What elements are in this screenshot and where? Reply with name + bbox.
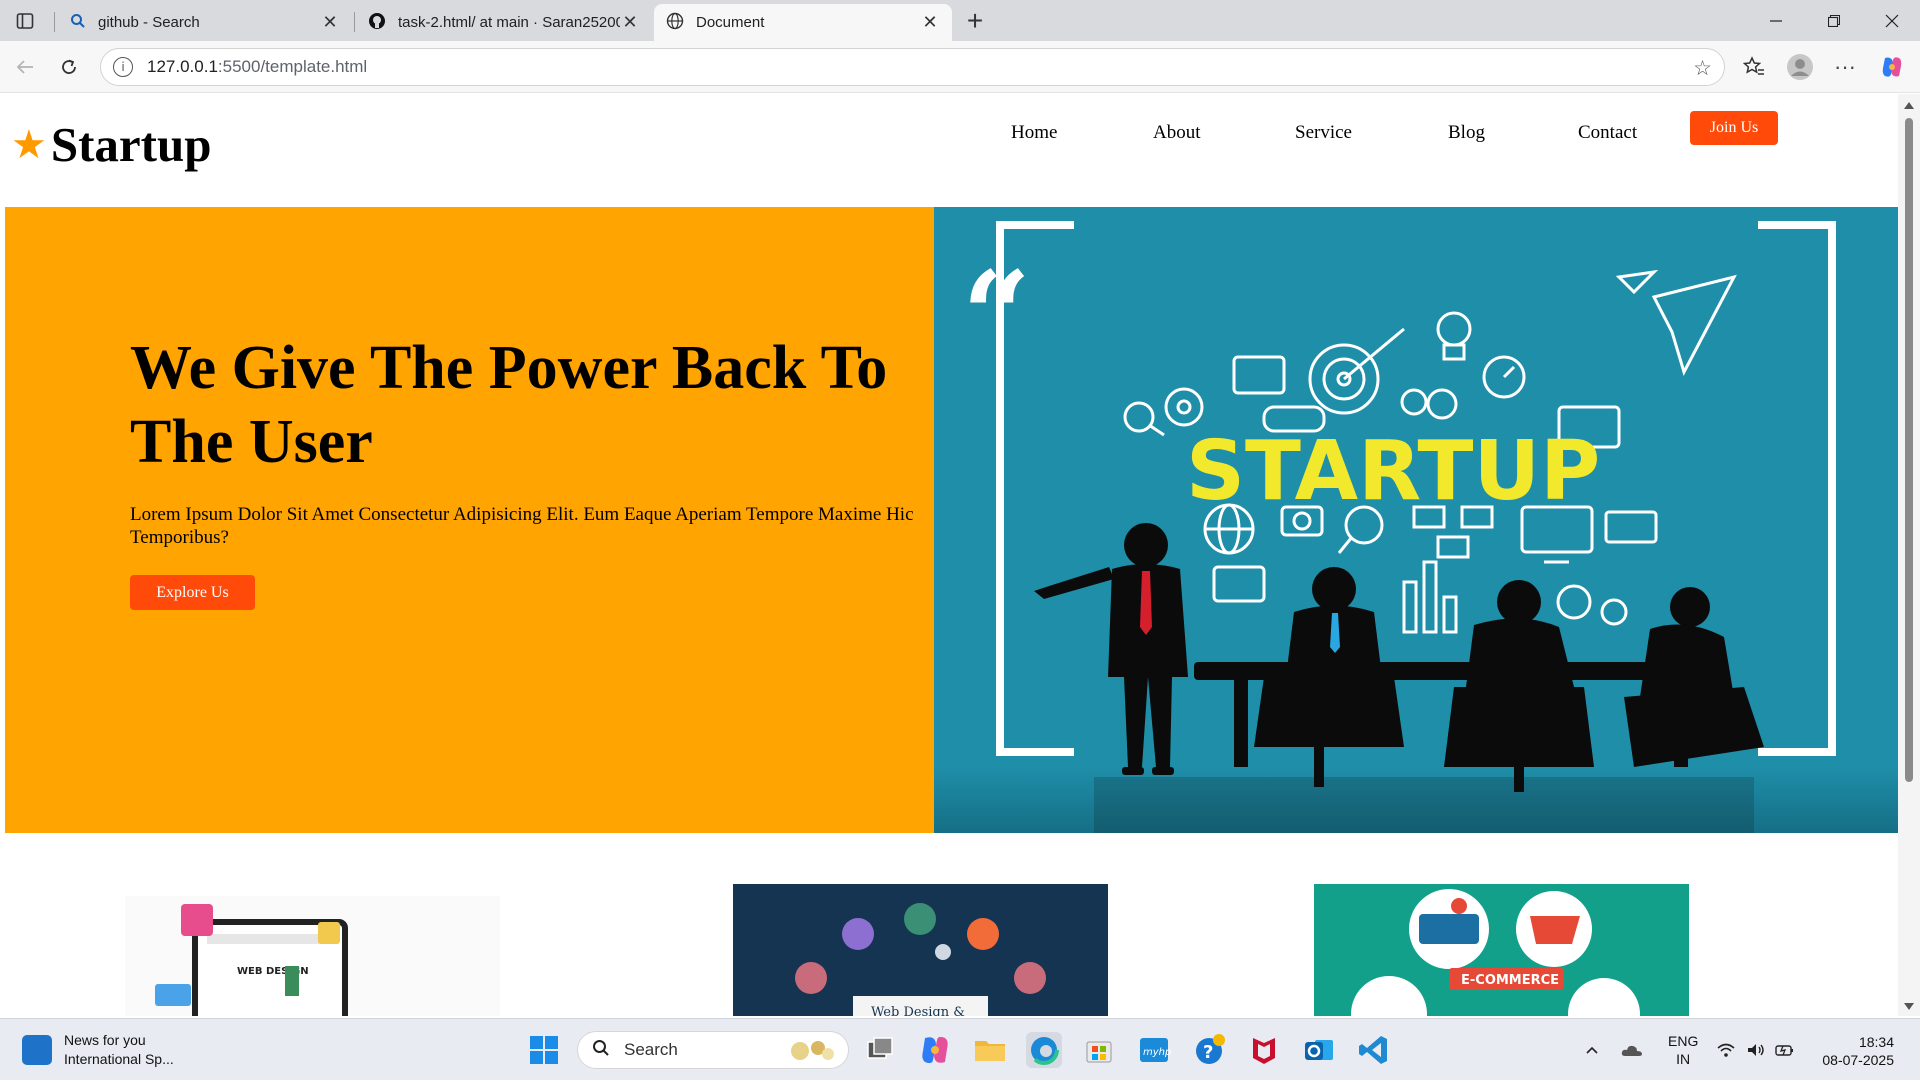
tab-github-search[interactable]: github - Search ✕ <box>58 4 352 41</box>
hero-title: We Give The Power Back To The User <box>130 334 888 476</box>
address-bar[interactable]: i 127.0.0.1:5500/template.html ☆ <box>100 48 1725 86</box>
nav-contact[interactable]: Contact <box>1578 122 1637 144</box>
nav-about[interactable]: About <box>1153 122 1201 144</box>
outlook-icon[interactable] <box>1301 1032 1337 1068</box>
help-icon[interactable]: ? <box>1191 1032 1227 1068</box>
join-us-button[interactable]: Join Us <box>1690 111 1778 145</box>
url-host: 127.0.0.1 <box>147 57 218 76</box>
globe-icon <box>666 12 684 34</box>
restore-button[interactable] <box>1806 0 1862 41</box>
tab-github-task[interactable]: task-2.html/ at main · Saran25200 ✕ <box>356 4 652 41</box>
hero-text-panel: We Give The Power Back To The User Lorem… <box>5 207 934 833</box>
taskbar-clock[interactable]: 18:34 08-07-2025 <box>1812 1033 1894 1069</box>
startup-image-word: STARTUP <box>1186 424 1600 519</box>
scroll-up-icon[interactable] <box>1904 102 1914 109</box>
search-icon <box>592 1039 610 1062</box>
wifi-icon[interactable] <box>1716 1019 1736 1080</box>
new-tab-button[interactable]: + <box>960 5 990 36</box>
file-explorer-icon[interactable] <box>972 1032 1008 1068</box>
card-caption: E-COMMERCE <box>1461 973 1559 988</box>
nav-blog[interactable]: Blog <box>1448 122 1485 144</box>
hero-section: We Give The Power Back To The User Lorem… <box>5 207 1898 833</box>
card-web-development[interactable]: Web Design & <box>733 884 1108 1016</box>
hero-image: “ ” <box>934 207 1898 833</box>
service-cards: WEB DESIGN Web Design & E-COMMERCE <box>5 884 1898 1016</box>
battery-icon[interactable] <box>1774 1019 1796 1080</box>
close-icon[interactable]: ✕ <box>620 12 640 33</box>
browser-toolbar: i 127.0.0.1:5500/template.html ☆ ··· <box>0 41 1920 93</box>
copilot-icon[interactable] <box>1876 51 1908 83</box>
search-icon <box>70 13 86 33</box>
tab-title: task-2.html/ at main · Saran25200 <box>398 14 620 31</box>
news-widget[interactable]: News for you International Sp... <box>22 1031 174 1069</box>
close-icon[interactable]: ✕ <box>920 12 940 33</box>
search-label: Search <box>624 1040 678 1059</box>
refresh-icon[interactable] <box>54 52 84 82</box>
news-title: News for you <box>64 1032 146 1048</box>
tab-document[interactable]: Document ✕ <box>654 4 952 41</box>
url-text: 127.0.0.1:5500/template.html <box>147 57 367 77</box>
news-text: News for you International Sp... <box>64 1031 174 1069</box>
page-scrollbar[interactable] <box>1898 94 1920 1016</box>
mcafee-icon[interactable] <box>1246 1032 1282 1068</box>
site-info-icon[interactable]: i <box>113 57 133 77</box>
vscode-icon[interactable] <box>1356 1032 1392 1068</box>
search-highlight-icon <box>786 1038 838 1069</box>
scroll-down-icon[interactable] <box>1904 1003 1914 1010</box>
card-web-design[interactable]: WEB DESIGN <box>125 896 500 1016</box>
tab-actions-icon[interactable] <box>12 8 38 34</box>
show-hidden-icons[interactable] <box>1584 1019 1600 1080</box>
favorite-star-icon[interactable]: ☆ <box>1693 56 1712 81</box>
onedrive-icon[interactable] <box>1620 1019 1644 1080</box>
more-options-icon[interactable]: ··· <box>1829 51 1861 83</box>
card-ecommerce[interactable]: E-COMMERCE <box>1314 884 1689 1016</box>
card-caption: Web Design & <box>871 1005 965 1016</box>
region-code: IN <box>1676 1051 1691 1067</box>
myhp-icon[interactable]: myhp <box>1136 1032 1172 1068</box>
nav-service[interactable]: Service <box>1295 122 1352 144</box>
clock-time: 18:34 <box>1858 1034 1894 1050</box>
browser-tab-strip: github - Search ✕ task-2.html/ at main ·… <box>0 0 1920 41</box>
task-view-icon[interactable] <box>862 1032 898 1068</box>
minimize-button[interactable] <box>1748 0 1804 41</box>
svg-text:?: ? <box>1203 1042 1213 1063</box>
site-header: ★ Startup Home About Service Blog Contac… <box>5 94 1898 206</box>
volume-icon[interactable] <box>1746 1019 1766 1080</box>
copilot-app-icon[interactable] <box>917 1032 953 1068</box>
nav-home[interactable]: Home <box>1011 122 1057 144</box>
main-nav: Home About Service Blog Contact <box>5 114 1898 154</box>
close-window-button[interactable] <box>1864 0 1920 41</box>
windows-taskbar: News for you International Sp... Search … <box>0 1018 1920 1080</box>
page-viewport: ★ Startup Home About Service Blog Contac… <box>5 94 1898 1016</box>
favorites-icon[interactable] <box>1738 51 1770 83</box>
github-icon <box>368 12 386 34</box>
windows-start-icon[interactable] <box>526 1032 562 1068</box>
profile-avatar-icon[interactable] <box>1784 51 1816 83</box>
explore-us-button[interactable]: Explore Us <box>130 575 255 610</box>
language-code: ENG <box>1668 1033 1699 1049</box>
news-subtitle: International Sp... <box>64 1051 174 1067</box>
back-arrow-icon[interactable] <box>10 52 40 82</box>
svg-text:“: “ <box>962 245 1031 386</box>
tab-title: github - Search <box>98 14 200 31</box>
language-indicator[interactable]: ENG IN <box>1668 1019 1698 1080</box>
clock-date: 08-07-2025 <box>1822 1052 1894 1068</box>
taskbar-search-box[interactable]: Search <box>577 1031 849 1069</box>
tab-separator <box>54 12 55 32</box>
close-icon[interactable]: ✕ <box>320 12 340 33</box>
news-icon <box>22 1035 52 1065</box>
svg-text:”: ” <box>1792 813 1861 833</box>
tab-separator <box>354 12 355 32</box>
hero-description: Lorem Ipsum Dolor Sit Amet Consectetur A… <box>130 504 914 548</box>
microsoft-store-icon[interactable] <box>1081 1032 1117 1068</box>
svg-text:myhp: myhp <box>1143 1047 1171 1058</box>
tab-title: Document <box>696 14 765 31</box>
url-path: :5500/template.html <box>217 57 368 76</box>
scrollbar-thumb[interactable] <box>1905 118 1913 782</box>
edge-browser-icon[interactable] <box>1026 1032 1062 1068</box>
